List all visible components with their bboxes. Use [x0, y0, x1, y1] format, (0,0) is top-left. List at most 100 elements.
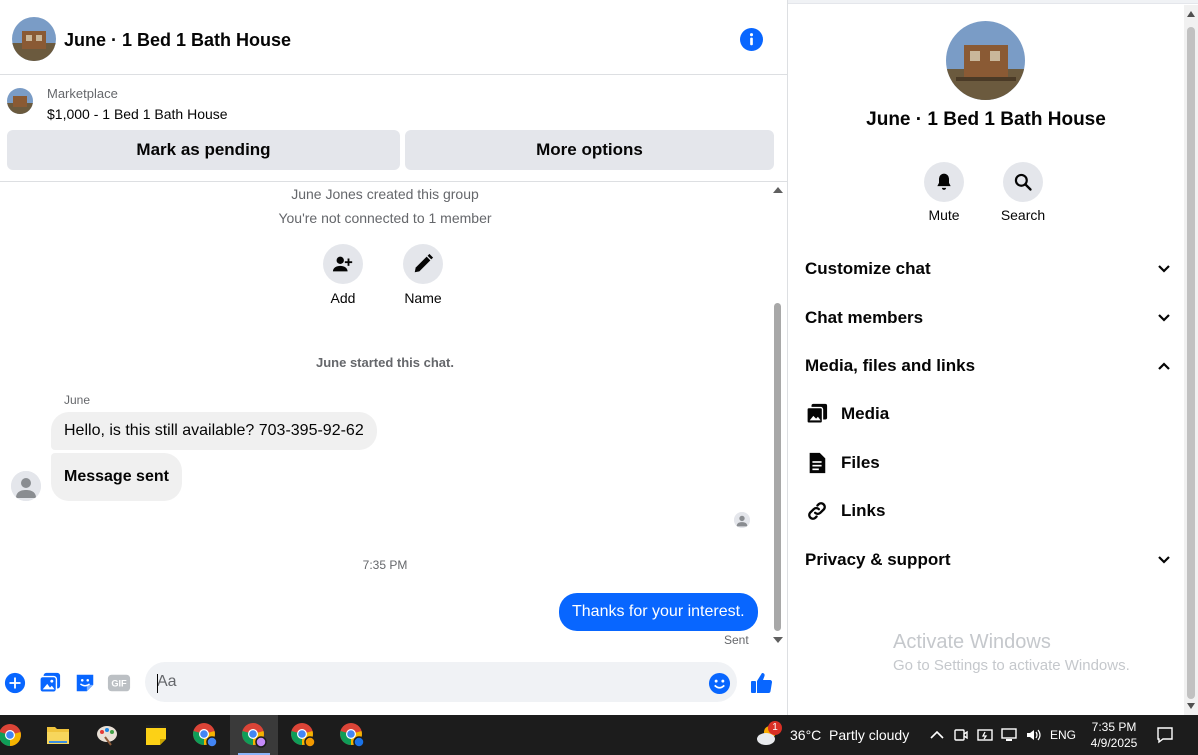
taskbar: 1 36°C Partly cloudy ENG 7:35 PM 4/9/202…	[0, 715, 1198, 755]
chat-started-text: June started this chat.	[316, 355, 454, 370]
person-icon	[11, 471, 41, 501]
chat-members-section[interactable]: Chat members	[805, 298, 1171, 338]
sent-status: Sent	[724, 633, 749, 647]
sender-name: June	[64, 393, 91, 407]
thread-scroll-thumb[interactable]	[774, 303, 781, 631]
search-icon	[1014, 173, 1032, 191]
media-icon	[805, 402, 829, 426]
partly-cloudy-icon: 1	[756, 721, 784, 747]
media-label: Media	[841, 404, 890, 423]
thread-scrollbar[interactable]	[771, 183, 785, 647]
more-options-button[interactable]: More options	[405, 130, 774, 170]
file-explorer-icon[interactable]	[34, 715, 82, 755]
chevron-up-icon	[1158, 362, 1170, 370]
power-icon[interactable]	[974, 715, 996, 755]
chat-members-label: Chat members	[805, 308, 924, 327]
outgoing-message[interactable]: Thanks for your interest.	[559, 593, 758, 631]
paint-app-icon[interactable]	[83, 715, 131, 755]
mute-label: Mute	[928, 207, 960, 223]
chrome-active-icon[interactable]	[230, 715, 278, 755]
scroll-down-arrow-icon[interactable]	[773, 637, 783, 643]
weather-text: 36°C Partly cloudy	[790, 727, 910, 743]
activate-windows-title: Activate Windows	[893, 631, 1051, 653]
incoming-message[interactable]: Message sent	[51, 453, 182, 501]
system-clock[interactable]: 7:35 PM 4/9/2025	[1086, 719, 1142, 751]
volume-icon[interactable]	[1022, 715, 1044, 755]
group-avatar-large[interactable]	[946, 21, 1025, 100]
chrome-profile-icon[interactable]	[328, 715, 376, 755]
search-button[interactable]	[1003, 162, 1043, 202]
privacy-support-section[interactable]: Privacy & support	[805, 540, 1171, 580]
privacy-support-label: Privacy & support	[805, 550, 951, 569]
name-label: Name	[404, 290, 442, 306]
chat-title[interactable]: June · 1 Bed 1 Bath House	[64, 30, 291, 51]
sender-avatar[interactable]	[11, 471, 41, 501]
name-group-button[interactable]	[403, 244, 443, 284]
scroll-up-arrow-icon[interactable]	[773, 187, 783, 193]
bell-icon	[937, 173, 951, 190]
chevron-down-icon	[1158, 265, 1170, 273]
marketplace-listing: Marketplace $1,000 - 1 Bed 1 Bath House …	[0, 76, 787, 182]
thumbs-up-icon[interactable]	[750, 671, 774, 695]
language-indicator[interactable]: ENG	[1046, 715, 1080, 755]
page-scrollbar[interactable]	[1184, 5, 1198, 715]
chrome-app-icon[interactable]	[0, 715, 34, 755]
activate-windows-subtitle: Go to Settings to activate Windows.	[893, 657, 1130, 674]
emoji-icon[interactable]	[707, 671, 731, 695]
incoming-message[interactable]: Hello, is this still available? 703-395-…	[51, 412, 377, 450]
media-item[interactable]: Media	[805, 394, 1171, 434]
weather-badge: 1	[768, 721, 782, 735]
not-connected-text: You're not connected to 1 member	[278, 210, 492, 226]
clock-date: 4/9/2025	[1090, 736, 1138, 750]
customize-chat-label: Customize chat	[805, 259, 931, 278]
text-caret	[157, 674, 158, 693]
activate-windows-watermark: Activate Windows Go to Settings to activ…	[893, 631, 1130, 674]
network-icon[interactable]	[998, 715, 1020, 755]
chrome-profile-icon[interactable]	[181, 715, 229, 755]
listing-price-title[interactable]: $1,000 - 1 Bed 1 Bath House	[47, 106, 228, 122]
links-item[interactable]: Links	[805, 491, 1171, 531]
weather-widget[interactable]: 1 36°C Partly cloudy	[756, 715, 909, 755]
pencil-icon	[414, 253, 434, 273]
message-input[interactable]	[145, 662, 737, 702]
media-files-links-section[interactable]: Media, files and links	[805, 346, 1171, 386]
add-member-button[interactable]	[323, 244, 363, 284]
chevron-down-icon	[1158, 556, 1170, 564]
chat-info-pane: June · 1 Bed 1 Bath House Mute Search Cu…	[789, 5, 1183, 715]
customize-chat-section[interactable]: Customize chat	[805, 249, 1171, 289]
file-icon	[805, 451, 829, 475]
mute-button[interactable]	[924, 162, 964, 202]
seen-by-avatar	[734, 512, 750, 528]
chevron-down-icon	[1158, 314, 1170, 322]
clock-time: 7:35 PM	[1091, 720, 1137, 734]
info-title: June · 1 Bed 1 Bath House	[866, 109, 1106, 130]
meet-icon[interactable]	[950, 715, 972, 755]
files-item[interactable]: Files	[805, 443, 1171, 483]
link-icon	[805, 499, 829, 523]
message-thread: June Jones created this group You're not…	[0, 183, 770, 651]
group-avatar[interactable]	[12, 17, 56, 61]
sticky-notes-icon[interactable]	[132, 715, 180, 755]
info-icon[interactable]	[740, 28, 763, 51]
photo-icon[interactable]	[38, 671, 62, 695]
chat-header: June · 1 Bed 1 Bath House	[0, 5, 787, 75]
media-files-links-label: Media, files and links	[805, 356, 976, 375]
plus-icon[interactable]	[3, 671, 27, 695]
svg-text:GIF: GIF	[111, 679, 127, 689]
add-person-icon	[332, 256, 353, 272]
gif-icon[interactable]: GIF	[107, 671, 131, 695]
sticker-icon[interactable]	[73, 671, 97, 695]
chrome-profile-icon[interactable]	[279, 715, 327, 755]
mark-as-pending-button[interactable]: Mark as pending	[7, 130, 400, 170]
chat-pane: June · 1 Bed 1 Bath House Marketplace $1…	[0, 0, 788, 715]
search-label: Search	[1000, 207, 1046, 223]
listing-thumbnail[interactable]	[7, 88, 33, 114]
chevron-up-icon[interactable]	[926, 715, 948, 755]
page-scroll-thumb[interactable]	[1187, 27, 1195, 699]
page-scroll-up-icon[interactable]	[1187, 11, 1195, 17]
links-label: Links	[841, 501, 886, 520]
page-scroll-down-icon[interactable]	[1187, 703, 1195, 709]
person-icon	[734, 512, 750, 528]
notification-icon[interactable]	[1152, 715, 1178, 755]
add-label: Add	[330, 290, 356, 306]
